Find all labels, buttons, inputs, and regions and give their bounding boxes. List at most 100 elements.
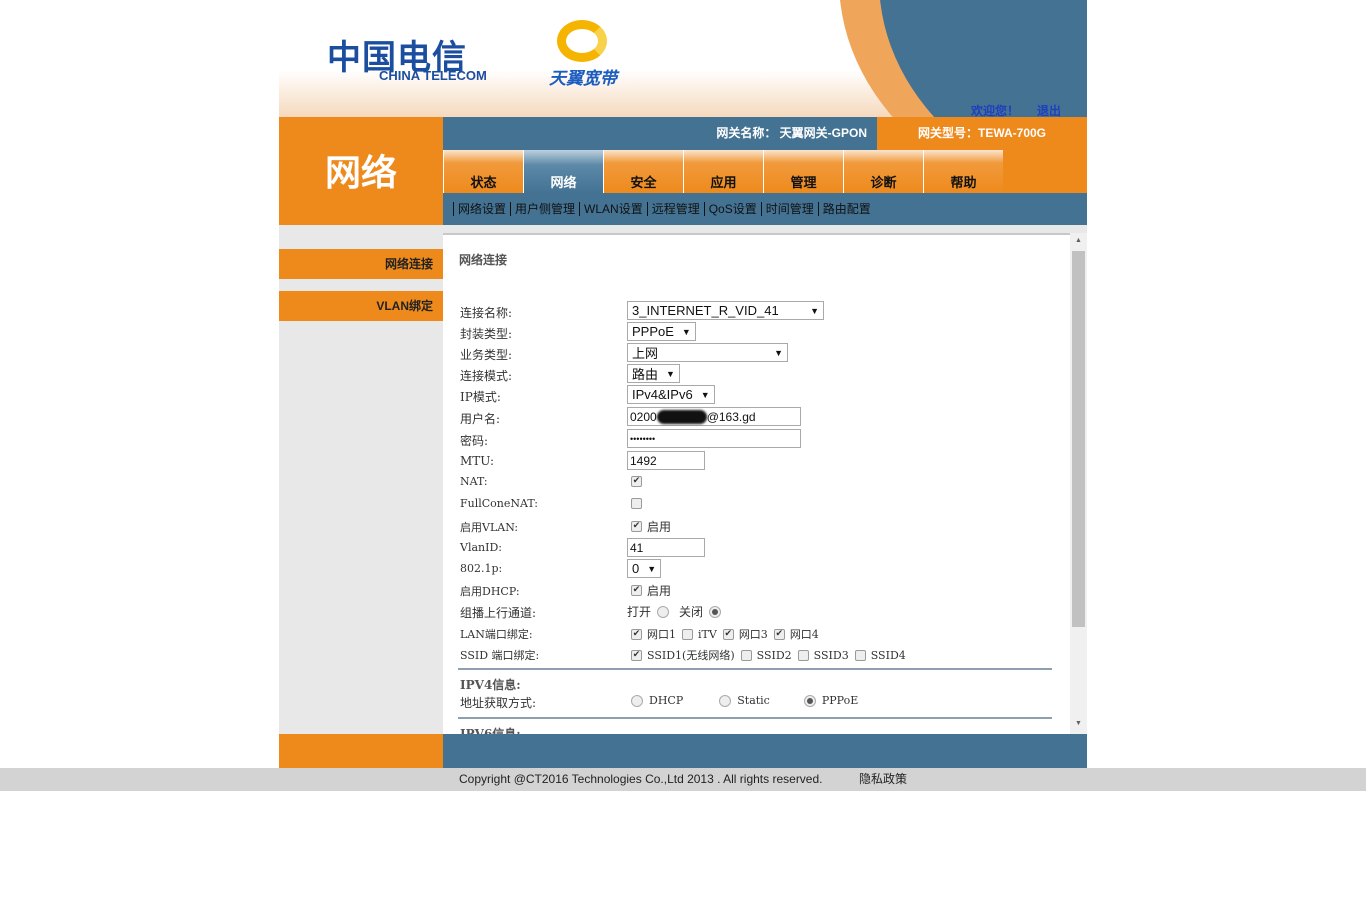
tab-apps[interactable]: 应用 — [683, 150, 763, 193]
itv-checkbox[interactable] — [682, 628, 693, 640]
privacy-link[interactable]: 隐私政策 — [859, 768, 907, 791]
logout-link[interactable]: 退出 — [1037, 102, 1061, 117]
pppoe-label: PPPoE — [821, 694, 859, 707]
tab-security[interactable]: 安全 — [603, 150, 683, 193]
tab-manage[interactable]: 管理 — [763, 150, 843, 193]
dhcp-checkbox[interactable]: ✔ — [631, 585, 642, 596]
username-suffix: @163.gd — [706, 409, 756, 424]
label: 连接名称: — [460, 306, 513, 320]
lan3-label: 网口3 — [738, 628, 768, 641]
row-lan-binding: LAN端口绑定: ✔ 网口1 iTV ✔ 网口3 ✔ 网口4 — [460, 623, 1060, 643]
divider — [458, 668, 1052, 670]
tab-network[interactable]: 网络 — [523, 150, 603, 193]
logo-en: CHINA TELECOM — [379, 68, 487, 83]
ssid3-checkbox[interactable] — [797, 649, 809, 661]
row-ssid-binding: SSID 端口绑定: ✔ SSID1(无线网络) SSID2 SSID3 SSID… — [460, 644, 1060, 664]
chevron-down-icon: ▼ — [810, 305, 819, 316]
static-radio[interactable] — [719, 694, 732, 707]
tianyi-sun-icon — [557, 20, 607, 62]
chevron-down-icon: ▼ — [647, 563, 657, 574]
scrollbar-thumb[interactable] — [1072, 251, 1085, 627]
ssid3-label: SSID3 — [813, 648, 849, 662]
password-input[interactable]: •••••••• — [627, 429, 801, 448]
sidebar-item-network-connection[interactable]: 网络连接 — [279, 249, 443, 279]
label: 802.1p: — [460, 562, 503, 575]
label: VlanID: — [460, 541, 502, 554]
multicast-off-label: 关闭 — [679, 605, 704, 619]
tab-diagnose[interactable]: 诊断 — [843, 150, 923, 193]
row-nat: NAT: ✔ — [460, 472, 1060, 492]
scrollbar[interactable]: ▲ ▼ — [1070, 233, 1087, 734]
lan4-label: 网口4 — [789, 628, 819, 641]
value: 上网 — [632, 346, 659, 361]
footer-right — [443, 734, 1087, 768]
chevron-down-icon: ▼ — [700, 389, 710, 400]
ssid4-checkbox[interactable] — [854, 649, 866, 661]
ssid2-checkbox[interactable] — [740, 649, 752, 661]
username-input[interactable]: 0200 @163.gd — [627, 407, 801, 426]
service-select[interactable]: 上网 ▼ — [627, 343, 788, 362]
label: 密码: — [460, 434, 489, 448]
redacted-blur — [656, 409, 707, 424]
value: 3_INTERNET_R_VID_41 — [632, 303, 779, 318]
subnav-network-settings[interactable]: 网络设置 — [453, 202, 511, 216]
multicast-on-radio[interactable] — [657, 605, 670, 618]
row-addr-method: 地址获取方式: DHCP Static PPPoE — [460, 691, 1060, 711]
label: 启用DHCP: — [460, 585, 520, 598]
mode-select[interactable]: 路由 ▼ — [627, 364, 680, 383]
8021p-select[interactable]: 0 ▼ — [627, 559, 662, 578]
encap-select[interactable]: PPPoE ▼ — [627, 322, 696, 341]
scroll-down-icon[interactable]: ▼ — [1070, 720, 1087, 727]
lan3-checkbox[interactable]: ✔ — [722, 628, 734, 640]
label: 连接模式: — [460, 369, 513, 383]
lan4-checkbox[interactable]: ✔ — [773, 628, 785, 640]
label: LAN端口绑定: — [460, 628, 533, 641]
pppoe-radio[interactable] — [803, 694, 816, 707]
ipmode-select[interactable]: IPv4&IPv6 ▼ — [627, 385, 715, 404]
row-ipmode: IP模式: IPv4&IPv6 ▼ — [460, 385, 1060, 405]
page: 中国电信 CHINA TELECOM 天翼宽带 欢迎您！ 退出 网络 网关名称：… — [279, 0, 1087, 768]
conn-name-select[interactable]: 3_INTERNET_R_VID_41 ▼ — [627, 301, 824, 320]
lan1-checkbox[interactable]: ✔ — [631, 628, 642, 640]
gateway-model: 网关型号：TEWA-700G — [877, 117, 1087, 150]
ssid4-label: SSID4 — [870, 648, 906, 662]
section-title: 网络 — [279, 117, 443, 225]
logo2-text: 天翼宽带 — [549, 69, 617, 88]
ssid1-label: SSID1(无线网络) — [647, 649, 735, 662]
row-password: 密码: •••••••• — [460, 429, 1060, 449]
value: IPv4&IPv6 — [632, 387, 693, 402]
subnav-time[interactable]: 时间管理 — [760, 202, 818, 216]
china-telecom-logo: 中国电信 CHINA TELECOM — [327, 30, 487, 83]
dhcp-radio[interactable] — [631, 694, 643, 707]
copyright-text: Copyright @CT2016 Technologies Co.,Ltd 2… — [459, 772, 823, 786]
fullcone-checkbox[interactable] — [631, 498, 642, 509]
sidebar-item-vlan-binding[interactable]: VLAN绑定 — [279, 291, 443, 321]
username-prefix: 0200 — [630, 409, 657, 424]
sub-nav: 网络设置 用户侧管理 WLAN设置 远程管理 QoS设置 时间管理 路由配置 — [443, 193, 1087, 225]
tab-status[interactable]: 状态 — [443, 150, 523, 193]
value: 0 — [632, 561, 640, 576]
main-tabs: 状态 网络 安全 应用 管理 诊断 帮助 — [443, 150, 1087, 193]
chevron-down-icon: ▼ — [681, 326, 691, 337]
mtu-input[interactable]: 1492 — [627, 451, 705, 470]
row-username: 用户名: 0200 @163.gd — [460, 407, 1060, 427]
subnav-wlan[interactable]: WLAN设置 — [579, 202, 647, 216]
row-8021p: 802.1p: 0 ▼ — [460, 559, 1060, 579]
row-conn-name: 连接名称: 3_INTERNET_R_VID_41 ▼ — [460, 301, 1060, 321]
vlanid-input[interactable]: 41 — [627, 538, 705, 557]
chevron-down-icon: ▼ — [666, 368, 675, 379]
multicast-off-radio[interactable] — [709, 605, 722, 618]
static-label: Static — [737, 694, 770, 707]
subnav-remote[interactable]: 远程管理 — [646, 202, 704, 216]
tab-help[interactable]: 帮助 — [923, 150, 1003, 193]
subnav-user-side[interactable]: 用户侧管理 — [510, 202, 580, 216]
subnav-route[interactable]: 路由配置 — [817, 202, 875, 216]
ssid1-checkbox[interactable]: ✔ — [631, 649, 642, 661]
nat-checkbox[interactable]: ✔ — [631, 476, 642, 487]
row-mode: 连接模式: 路由 ▼ — [460, 364, 1060, 384]
vlan-checkbox[interactable]: ✔ — [631, 521, 642, 532]
tianyi-logo: 天翼宽带 — [549, 20, 617, 89]
scroll-up-icon[interactable]: ▲ — [1070, 237, 1087, 244]
row-service: 业务类型: 上网 ▼ — [460, 343, 1060, 363]
subnav-qos[interactable]: QoS设置 — [703, 202, 761, 216]
